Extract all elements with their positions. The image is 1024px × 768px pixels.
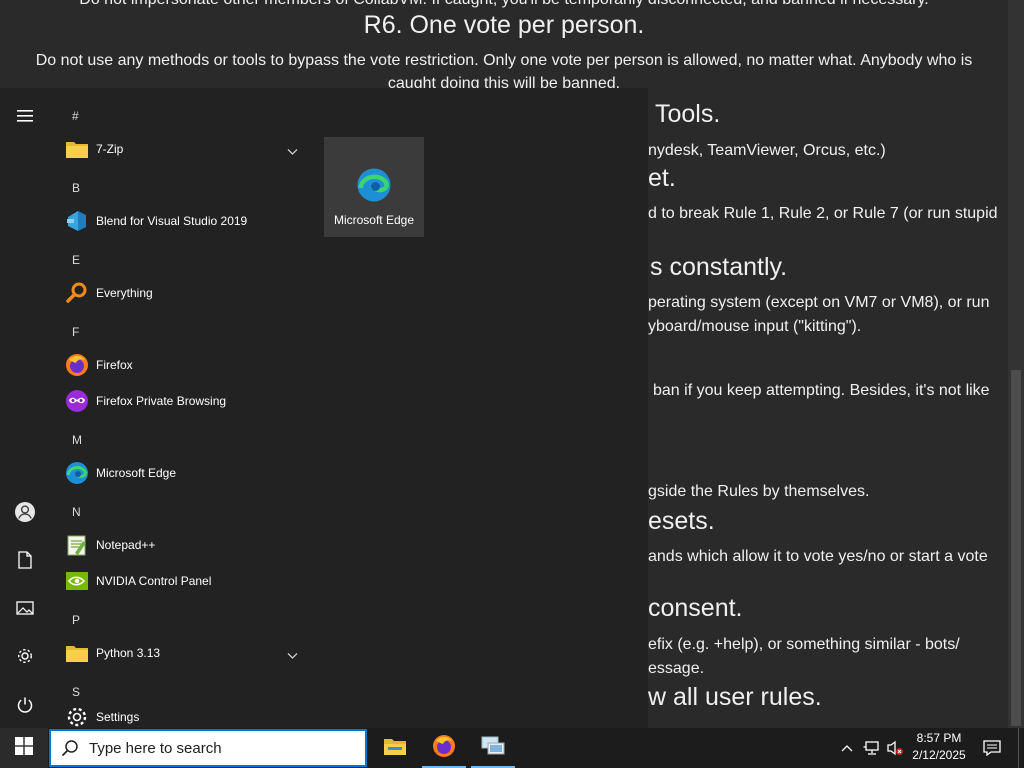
taskbar-firefox[interactable] — [420, 728, 468, 768]
group-header[interactable]: F — [72, 325, 79, 339]
app-label: Firefox — [96, 358, 133, 372]
search-input[interactable]: Type here to search — [49, 729, 367, 767]
start-menu-rail — [0, 88, 50, 728]
doc-paragraph: essage. — [648, 660, 705, 677]
clock-time: 8:57 PM — [916, 731, 962, 745]
app-label: Everything — [96, 286, 153, 300]
doc-paragraph: ban if you keep attempting. Besides, it'… — [653, 382, 990, 399]
firefox-icon — [64, 352, 90, 378]
edge-icon — [356, 167, 392, 203]
remote-desktop-icon — [480, 735, 506, 762]
nvidia-icon — [64, 568, 90, 594]
doc-heading: R6. One vote per person. — [363, 11, 645, 39]
app-label: Firefox Private Browsing — [96, 394, 227, 408]
firefox-private-icon — [64, 388, 90, 414]
chevron-down-icon[interactable] — [287, 647, 298, 665]
user-account-icon[interactable] — [0, 492, 50, 532]
app-item-7zip[interactable]: 7-Zip — [60, 131, 310, 167]
doc-heading: consent. — [648, 594, 743, 622]
file-explorer-icon — [383, 736, 407, 761]
hamburger-menu-icon[interactable] — [0, 96, 50, 136]
doc-paragraph: efix (e.g. +help), or something similar … — [648, 636, 960, 653]
app-list: # 7-Zip B Blend for Visual Studio 2019 E… — [50, 88, 310, 728]
search-placeholder: Type here to search — [89, 739, 222, 757]
doc-paragraph: perating system (except on VM7 or VM8), … — [648, 294, 990, 311]
notepad-plus-plus-icon — [64, 532, 90, 558]
pictures-icon[interactable] — [0, 588, 50, 628]
doc-heading: w all user rules. — [648, 683, 822, 711]
documents-icon[interactable] — [0, 540, 50, 580]
windows-logo-icon — [15, 736, 33, 760]
doc-paragraph: d to break Rule 1, Rule 2, or Rule 7 (or… — [648, 205, 998, 222]
show-hidden-icons-chevron-icon[interactable] — [836, 728, 858, 768]
doc-heading: et. — [648, 164, 676, 192]
chevron-down-icon[interactable] — [287, 143, 298, 161]
app-item-blend[interactable]: Blend for Visual Studio 2019 — [60, 203, 310, 239]
app-item-python[interactable]: Python 3.13 — [60, 635, 310, 671]
start-menu: # 7-Zip B Blend for Visual Studio 2019 E… — [0, 88, 648, 728]
group-header[interactable]: E — [72, 253, 80, 267]
taskbar-file-explorer[interactable] — [371, 728, 419, 768]
group-header[interactable]: # — [72, 109, 79, 123]
folder-icon — [64, 640, 90, 666]
blend-icon — [64, 208, 90, 234]
doc-paragraph: Do not impersonate other members of Coll… — [0, 0, 1008, 9]
power-icon[interactable] — [0, 685, 50, 725]
doc-paragraph: yboard/mouse input ("kitting"). — [648, 318, 862, 335]
app-item-firefox[interactable]: Firefox — [60, 347, 310, 383]
doc-heading: s constantly. — [650, 253, 788, 281]
app-label: Python 3.13 — [96, 646, 161, 660]
app-item-microsoft-edge[interactable]: Microsoft Edge — [60, 455, 310, 491]
edge-icon — [64, 460, 90, 486]
network-icon[interactable] — [860, 728, 884, 768]
app-item-notepad-plus-plus[interactable]: Notepad++ — [60, 527, 310, 563]
clock-date: 2/12/2025 — [912, 748, 966, 762]
settings-icon[interactable] — [0, 636, 50, 676]
start-button[interactable] — [0, 728, 48, 768]
firefox-icon — [432, 734, 456, 763]
group-header[interactable]: N — [72, 505, 81, 519]
document-scrollbar-thumb[interactable] — [1011, 370, 1021, 726]
search-icon — [61, 739, 79, 757]
app-label: Microsoft Edge — [96, 466, 177, 480]
app-label: 7-Zip — [96, 142, 124, 156]
doc-paragraph: ands which allow it to vote yes/no or st… — [648, 548, 988, 565]
folder-icon — [64, 136, 90, 162]
taskbar-remote-desktop[interactable] — [469, 728, 517, 768]
system-clock[interactable]: 8:57 PM 2/12/2025 — [906, 730, 972, 766]
doc-paragraph: gside the Rules by themselves. — [648, 483, 870, 500]
doc-heading: esets. — [648, 507, 715, 535]
doc-paragraph: Do not use any methods or tools to bypas… — [35, 52, 973, 69]
group-header[interactable]: B — [72, 181, 80, 195]
document-scrollbar[interactable] — [1008, 0, 1024, 728]
app-item-firefox-private[interactable]: Firefox Private Browsing — [60, 383, 310, 419]
show-desktop-button[interactable] — [1018, 728, 1024, 768]
group-header[interactable]: P — [72, 613, 80, 627]
app-label: Settings — [96, 710, 140, 724]
action-center-notifications-icon[interactable] — [978, 728, 1006, 768]
app-label: Blend for Visual Studio 2019 — [96, 214, 248, 228]
gear-icon — [64, 704, 90, 728]
doc-paragraph: nydesk, TeamViewer, Orcus, etc.) — [648, 142, 886, 159]
doc-heading: Tools. — [655, 100, 721, 128]
tiles-area: Microsoft Edge — [310, 88, 648, 728]
app-item-everything[interactable]: Everything — [60, 275, 310, 311]
app-item-settings[interactable]: Settings — [60, 699, 310, 728]
tile-label: Microsoft Edge — [333, 213, 415, 227]
magnifier-icon — [64, 280, 90, 306]
app-label: NVIDIA Control Panel — [96, 574, 212, 588]
taskbar: Type here to search 8:57 PM 2/12/2025 — [0, 728, 1024, 768]
group-header[interactable]: S — [72, 685, 80, 699]
group-header[interactable]: M — [72, 433, 82, 447]
app-item-nvidia-control-panel[interactable]: NVIDIA Control Panel — [60, 563, 310, 599]
tile-microsoft-edge[interactable]: Microsoft Edge — [324, 137, 424, 237]
volume-muted-icon[interactable] — [884, 728, 906, 768]
app-label: Notepad++ — [96, 538, 156, 552]
